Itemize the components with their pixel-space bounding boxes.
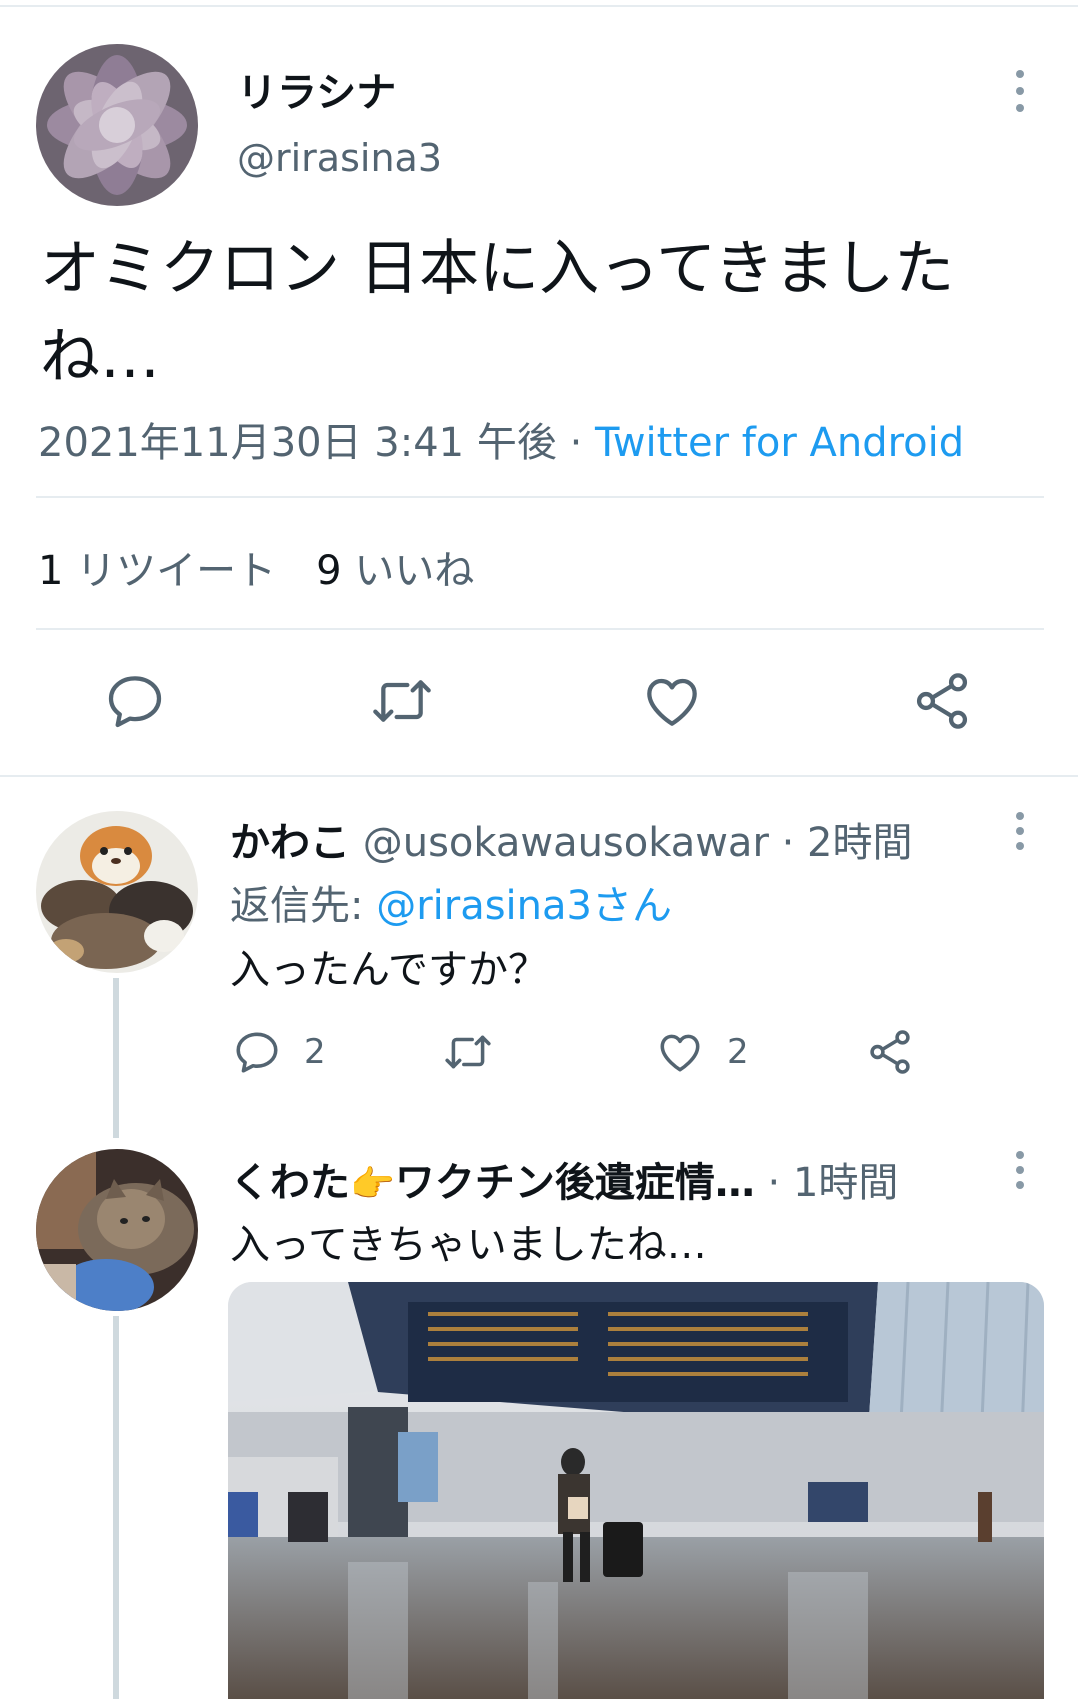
retweet-label: リツイート [76,548,277,594]
retweet-action[interactable] [443,1027,515,1077]
reply-header: くわた👉ワクチン後遺症情… · 1時間 [230,1150,898,1208]
retweet-icon[interactable] [370,669,434,733]
reply-handle[interactable]: @usokawausokawar [363,820,769,866]
tweet-stats: 1 リツイート 9 いいね [38,538,474,596]
display-name[interactable]: リラシナ [237,60,396,118]
attached-photo[interactable] [228,1282,1044,1699]
tweet-meta: 2021年11月30日 3:41 午後 · Twitter for Androi… [38,410,964,468]
tweet-source[interactable]: Twitter for Android [595,420,964,466]
reply-avatar[interactable] [36,1149,198,1311]
divider [36,628,1044,630]
reply-count: 2 [304,1032,326,1072]
reply-action[interactable]: 2 [232,1027,326,1077]
reply-text: 入ってきちゃいましたね… [230,1222,707,1268]
reply-to-label: 返信先: [230,883,377,929]
reply-to: 返信先: @rirasina3さん [230,873,672,931]
pointing-hand-icon: 👉 [350,1164,395,1205]
retweet-count: 1 [38,548,64,594]
more-options-icon[interactable] [1005,70,1035,112]
thread-line [113,1316,119,1699]
tweet-timestamp[interactable]: 2021年11月30日 3:41 午後 [38,420,557,466]
section-divider [0,775,1078,777]
like-count: 9 [316,548,342,594]
reply-display-name[interactable]: くわた👉ワクチン後遺症情… [230,1160,755,1206]
display-name-part: ワクチン後遺症情… [394,1160,755,1206]
meta-separator: · [556,420,596,466]
retweet-icon [445,1035,491,1069]
more-options-icon[interactable] [1005,1151,1035,1189]
user-handle[interactable]: @rirasina3 [237,136,442,180]
reply-icon[interactable] [103,669,167,733]
reply-avatar[interactable] [36,811,198,973]
reply-time[interactable]: · 1時間 [755,1160,899,1206]
reply-header: かわこ @usokawausokawar · 2時間 [230,810,912,868]
retweets-stat[interactable]: 1 リツイート [38,548,276,594]
reply-time[interactable]: · 2時間 [769,820,913,866]
tweet-text: オミクロン 日本に入ってきましたね… [40,234,955,392]
reply-icon [236,1032,278,1073]
like-action[interactable]: 2 [655,1027,749,1077]
reply-to-mention[interactable]: @rirasina3さん [376,883,672,929]
share-icon [870,1030,910,1074]
divider [36,496,1044,498]
like-count: 2 [727,1032,749,1072]
more-options-icon[interactable] [1005,812,1035,850]
reply-text: 入ったんですか？ [230,947,548,993]
avatar[interactable] [36,44,198,206]
like-icon [660,1034,700,1072]
thread-line [113,978,119,1138]
like-icon[interactable] [640,669,704,733]
likes-stat[interactable]: 9 いいね [316,548,474,594]
top-border [0,5,1078,7]
reply-display-name[interactable]: かわこ [230,820,350,866]
share-action[interactable] [865,1027,937,1077]
display-name-part: くわた [230,1160,350,1206]
share-icon[interactable] [910,669,974,733]
like-label: いいね [354,548,475,594]
